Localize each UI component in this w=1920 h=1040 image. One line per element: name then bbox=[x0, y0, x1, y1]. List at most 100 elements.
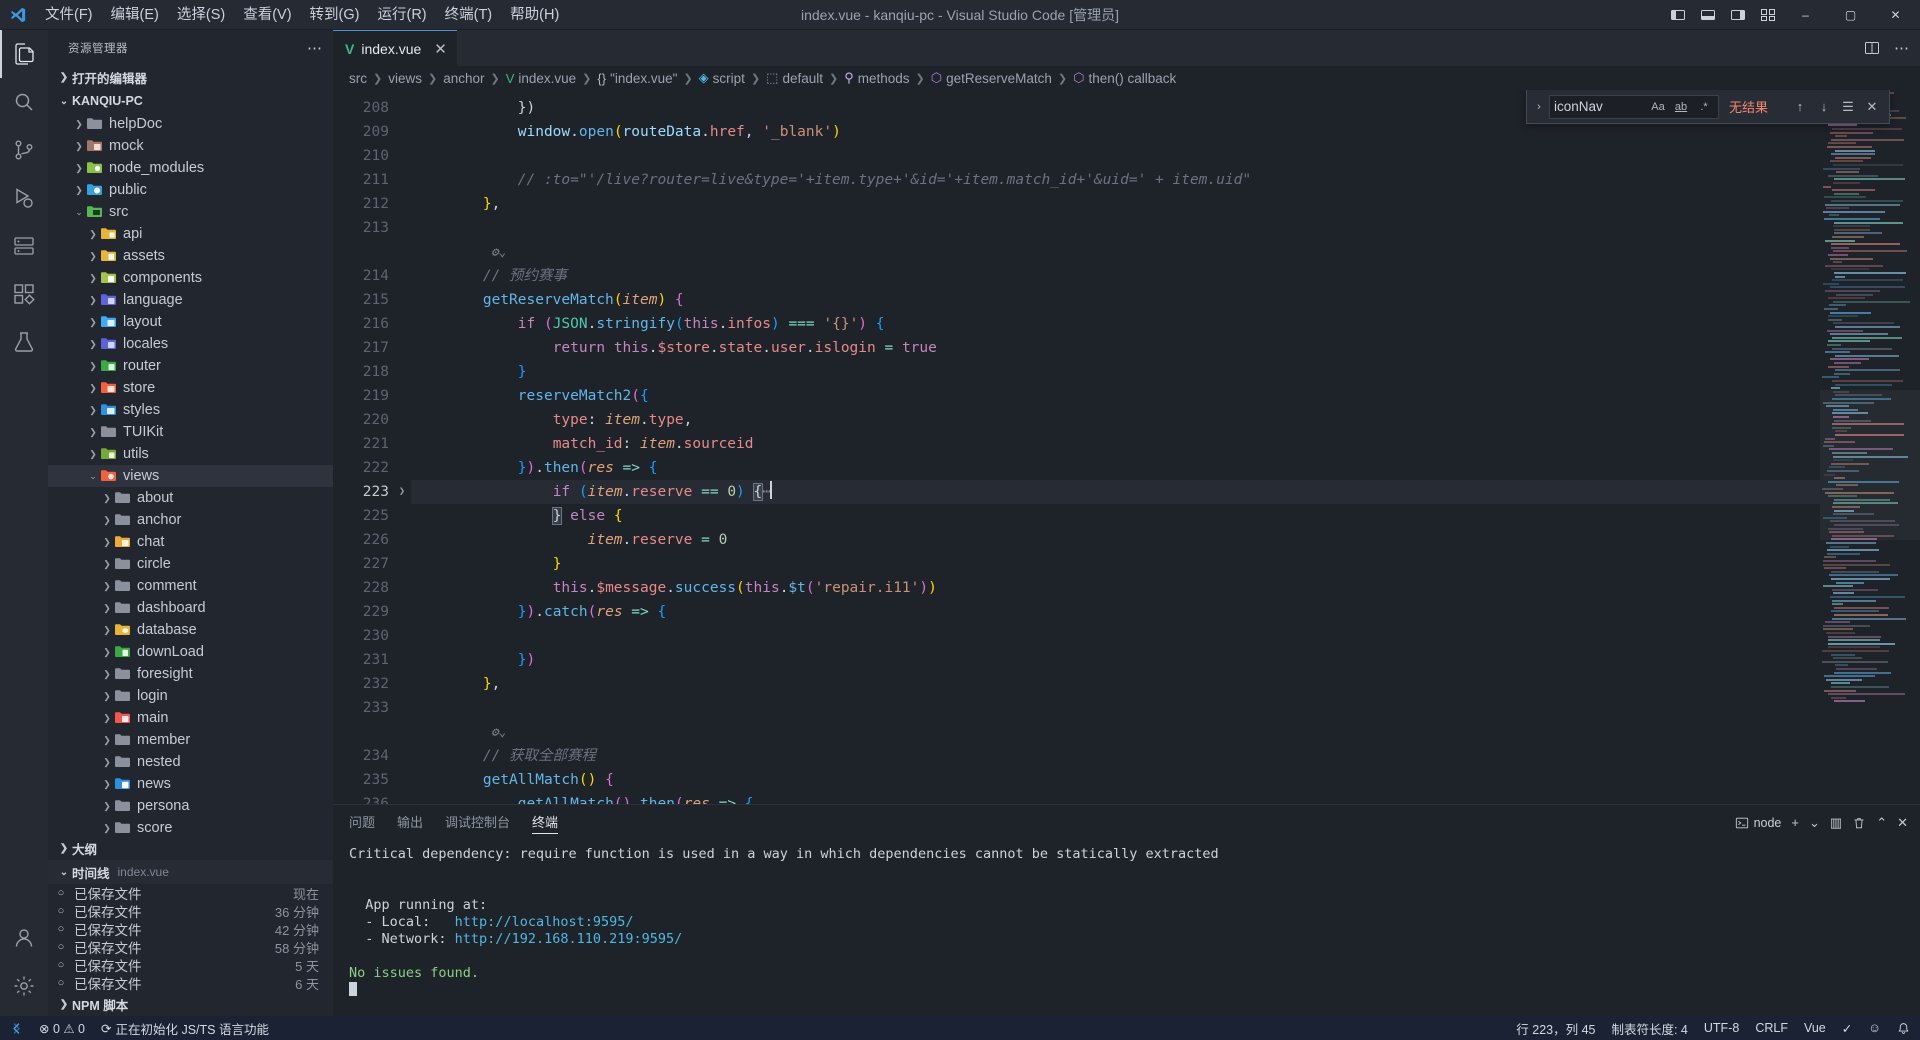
tree-item-main[interactable]: ❯ main bbox=[48, 707, 333, 729]
terminal-shell-selector[interactable]: node bbox=[1735, 816, 1781, 830]
line-number[interactable]: 213 bbox=[333, 216, 389, 240]
breadcrumb-item-default[interactable]: ⬚ default bbox=[766, 70, 823, 86]
tree-item-api[interactable]: ❯ api bbox=[48, 223, 333, 245]
tree-item-helpdoc[interactable]: ❯ helpDoc bbox=[48, 113, 333, 135]
status-cursor-position[interactable]: 行 223，列 45 bbox=[1508, 1016, 1603, 1040]
code-line[interactable]: }).catch(res => { bbox=[411, 600, 1820, 624]
close-button[interactable]: ✕ bbox=[1873, 0, 1918, 30]
breadcrumb-item-script[interactable]: ◈ script bbox=[699, 70, 745, 86]
line-number[interactable]: 219 bbox=[333, 384, 389, 408]
menu-run[interactable]: 运行(R) bbox=[368, 0, 435, 30]
terminal-link[interactable]: http://localhost:9595/ bbox=[455, 914, 634, 930]
match-case-icon[interactable]: Aa bbox=[1648, 97, 1668, 117]
code-line[interactable]: type: item.type, bbox=[411, 408, 1820, 432]
line-number[interactable]: 223 ❯ bbox=[333, 480, 405, 504]
breadcrumb-item-anchor[interactable]: anchor bbox=[443, 71, 484, 86]
code-line[interactable]: match_id: item.sourceid bbox=[411, 432, 1820, 456]
code-line[interactable]: }).then(res => { bbox=[411, 456, 1820, 480]
timeline-list[interactable]: ○ 已保存文件 现在 ○ 已保存文件 36 分钟 ○ 已保存文件 42 分钟 ○ 已保存文件 58 分… bbox=[48, 884, 333, 993]
line-number[interactable]: 229 bbox=[333, 600, 389, 624]
code-line[interactable]: }) bbox=[411, 648, 1820, 672]
line-number[interactable]: 210 bbox=[333, 144, 389, 168]
tree-item-components[interactable]: ❯ components bbox=[48, 267, 333, 289]
toggle-replace-icon[interactable]: › bbox=[1529, 101, 1549, 113]
activity-settings[interactable] bbox=[0, 962, 48, 1010]
line-number[interactable]: 222 bbox=[333, 456, 389, 480]
status-eol[interactable]: CRLF bbox=[1747, 1016, 1796, 1040]
tree-item-locales[interactable]: ❯ locales bbox=[48, 333, 333, 355]
code-line[interactable]: this.$message.success(this.$t('repair.i1… bbox=[411, 576, 1820, 600]
code-line[interactable]: if (JSON.stringify(this.infos) === '{}')… bbox=[411, 312, 1820, 336]
code-line[interactable]: } else { bbox=[411, 504, 1820, 528]
tree-item-database[interactable]: ❯ database bbox=[48, 619, 333, 641]
tree-item-assets[interactable]: ❯ assets bbox=[48, 245, 333, 267]
menu-file[interactable]: 文件(F) bbox=[36, 0, 102, 30]
code-lens[interactable]: ⚙⌄ bbox=[411, 720, 1820, 744]
code-line[interactable] bbox=[411, 144, 1820, 168]
breadcrumb-item-getreservematch[interactable]: ⬡ getReserveMatch bbox=[931, 70, 1052, 86]
find-input[interactable]: iconNav Aa ab .* bbox=[1549, 94, 1719, 119]
fold-indicator-icon[interactable]: ❯ bbox=[399, 480, 405, 504]
activity-explorer[interactable] bbox=[0, 30, 48, 78]
tree-item-utils[interactable]: ❯ utils bbox=[48, 443, 333, 465]
line-number[interactable]: 216 bbox=[333, 312, 389, 336]
line-number[interactable]: 209 bbox=[333, 120, 389, 144]
minimap[interactable] bbox=[1820, 90, 1920, 804]
tree-item-nested[interactable]: ❯ nested bbox=[48, 751, 333, 773]
find-widget[interactable]: › iconNav Aa ab .* 无结果 ↑ ↓ ☰ ✕ bbox=[1526, 90, 1890, 124]
tree-item-circle[interactable]: ❯ circle bbox=[48, 553, 333, 575]
timeline-entry[interactable]: ○ 已保存文件 现在 bbox=[48, 884, 333, 903]
breadcrumb-item-indexvue[interactable]: {} "index.vue" bbox=[597, 71, 677, 86]
tree-item-node_modules[interactable]: ❯ node_modules bbox=[48, 157, 333, 179]
tree-item-score[interactable]: ❯ score bbox=[48, 817, 333, 836]
line-number[interactable]: 218 bbox=[333, 360, 389, 384]
status-remote-indicator[interactable] bbox=[2, 1016, 31, 1040]
tree-item-news[interactable]: ❯ news bbox=[48, 773, 333, 795]
panel-tab-output[interactable]: 输出 bbox=[397, 805, 423, 840]
minimap-slider[interactable] bbox=[1820, 390, 1920, 540]
line-number[interactable]: 221 bbox=[333, 432, 389, 456]
terminal-link[interactable]: http://192.168.110.219:9595/ bbox=[455, 931, 683, 947]
code-line[interactable]: getReserveMatch(item) { bbox=[411, 288, 1820, 312]
tree-item-anchor[interactable]: ❯ anchor bbox=[48, 509, 333, 531]
file-tree[interactable]: ❯ helpDoc ❯ mock ❯ node_modules ❯ public ⌄ src ❯ ap… bbox=[48, 113, 333, 836]
code-editor[interactable]: 208 209 210 211 212 213 214 215 216 217 218 219 220 2… bbox=[333, 90, 1920, 804]
new-terminal-icon[interactable]: + bbox=[1791, 815, 1799, 830]
close-tab-icon[interactable]: ✕ bbox=[434, 40, 447, 58]
code-line[interactable]: }, bbox=[411, 192, 1820, 216]
tree-item-public[interactable]: ❯ public bbox=[48, 179, 333, 201]
line-number[interactable]: 232 bbox=[333, 672, 389, 696]
code-line[interactable]: }, bbox=[411, 672, 1820, 696]
sidebar-more-icon[interactable]: ⋯ bbox=[307, 39, 323, 57]
activity-test[interactable] bbox=[0, 318, 48, 366]
status-problems[interactable]: ⊗ 0 ⚠ 0 bbox=[31, 1016, 93, 1040]
line-number[interactable]: 235 bbox=[333, 768, 389, 792]
line-number[interactable]: 227 bbox=[333, 552, 389, 576]
code-lens[interactable]: ⚙⌄ bbox=[411, 240, 1820, 264]
tree-item-styles[interactable]: ❯ styles bbox=[48, 399, 333, 421]
previous-match-icon[interactable]: ↑ bbox=[1789, 96, 1811, 118]
code-line[interactable]: if (item.reserve == 0) {⋯ bbox=[411, 480, 1820, 504]
more-actions-icon[interactable]: ⋯ bbox=[1894, 39, 1910, 57]
menu-selection[interactable]: 选择(S) bbox=[168, 0, 234, 30]
line-number[interactable]: 217 bbox=[333, 336, 389, 360]
tree-item-member[interactable]: ❯ member bbox=[48, 729, 333, 751]
activity-remote-explorer[interactable] bbox=[0, 222, 48, 270]
code-line[interactable]: // 预约赛事 bbox=[411, 264, 1820, 288]
status-language-init[interactable]: ⟳ 正在初始化 JS/TS 语言功能 bbox=[93, 1016, 277, 1040]
code-line[interactable]: item.reserve = 0 bbox=[411, 528, 1820, 552]
activity-accounts[interactable] bbox=[0, 914, 48, 962]
tree-item-mock[interactable]: ❯ mock bbox=[48, 135, 333, 157]
line-number[interactable]: 208 bbox=[333, 96, 389, 120]
tree-item-layout[interactable]: ❯ layout bbox=[48, 311, 333, 333]
maximize-panel-icon[interactable]: ⌃ bbox=[1876, 815, 1887, 831]
status-indentation[interactable]: 制表符长度: 4 bbox=[1603, 1016, 1695, 1040]
tree-item-comment[interactable]: ❯ comment bbox=[48, 575, 333, 597]
terminal-dropdown-icon[interactable]: ⌄ bbox=[1809, 815, 1820, 831]
menu-terminal[interactable]: 终端(T) bbox=[436, 0, 502, 30]
tree-item-persona[interactable]: ❯ persona bbox=[48, 795, 333, 817]
status-feedback-icon[interactable]: ☺ bbox=[1860, 1016, 1889, 1040]
line-number[interactable]: 214 bbox=[333, 264, 389, 288]
code-line[interactable]: } bbox=[411, 552, 1820, 576]
section-project-root[interactable]: ⌄ KANQIU-PC bbox=[48, 89, 333, 113]
